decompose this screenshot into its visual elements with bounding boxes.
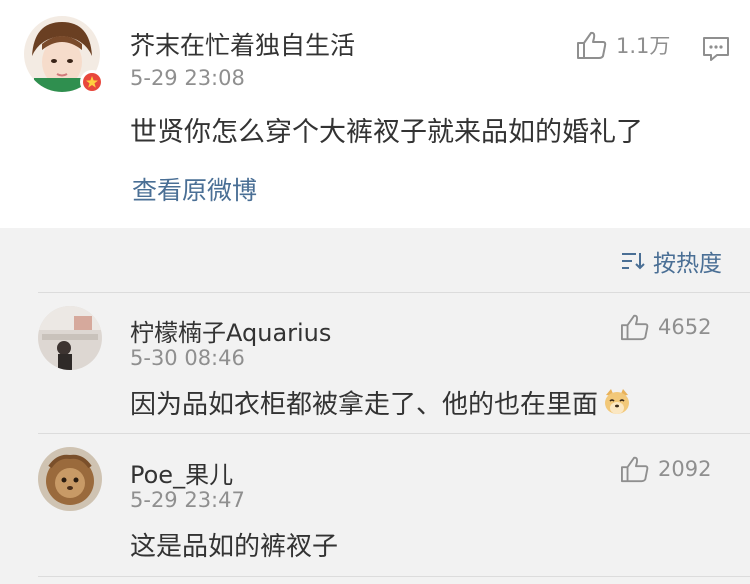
thumbs-up-icon — [621, 456, 649, 483]
reply-like-button[interactable]: 2092 — [620, 455, 711, 483]
reply-like-count: 2092 — [658, 457, 712, 481]
divider — [38, 433, 750, 434]
comment-icon[interactable] — [702, 35, 730, 67]
reply-like-count: 4652 — [658, 315, 712, 339]
reply-content-text: 因为品如衣柜都被拿走了、他的也在里面 — [130, 390, 599, 420]
reply-username[interactable]: 柠檬楠子Aquarius — [130, 313, 331, 348]
main-post-username[interactable]: 芥末在忙着独自生活 — [130, 26, 355, 62]
sort-label: 按热度 — [653, 251, 722, 277]
sort-icon — [622, 253, 645, 270]
reply-content: 这是品如的裤衩子 — [130, 532, 339, 562]
reply-avatar[interactable] — [38, 447, 102, 511]
main-post-card: 芥末在忙着独自生活 5-29 23:08 1.1万 世贤你怎么穿个大裤衩子就来品… — [0, 0, 750, 228]
divider — [38, 292, 750, 293]
reply-avatar[interactable] — [38, 306, 102, 370]
sort-by-popularity-button[interactable]: 按热度 — [621, 244, 722, 278]
thumbs-up-icon — [577, 31, 607, 59]
verified-badge-icon — [80, 70, 104, 94]
reply-time: 5-30 08:46 — [130, 346, 245, 370]
main-post-like-count: 1.1万 — [616, 34, 671, 58]
thumbs-up-icon — [621, 314, 649, 341]
main-post-like-button[interactable]: 1.1万 — [576, 30, 670, 60]
doge-emoji-icon — [602, 387, 632, 424]
main-post-content: 世贤你怎么穿个大裤衩子就来品如的婚礼了 — [130, 117, 643, 148]
main-post-time: 5-29 23:08 — [130, 66, 245, 90]
reply-time: 5-29 23:47 — [130, 488, 245, 512]
view-original-link[interactable]: 查看原微博 — [132, 171, 257, 207]
reply-content: 因为品如衣柜都被拿走了、他的也在里面 — [130, 384, 632, 424]
reply-username[interactable]: Poe_果儿 — [130, 455, 233, 490]
divider — [38, 576, 750, 577]
reply-like-button[interactable]: 4652 — [620, 313, 711, 341]
